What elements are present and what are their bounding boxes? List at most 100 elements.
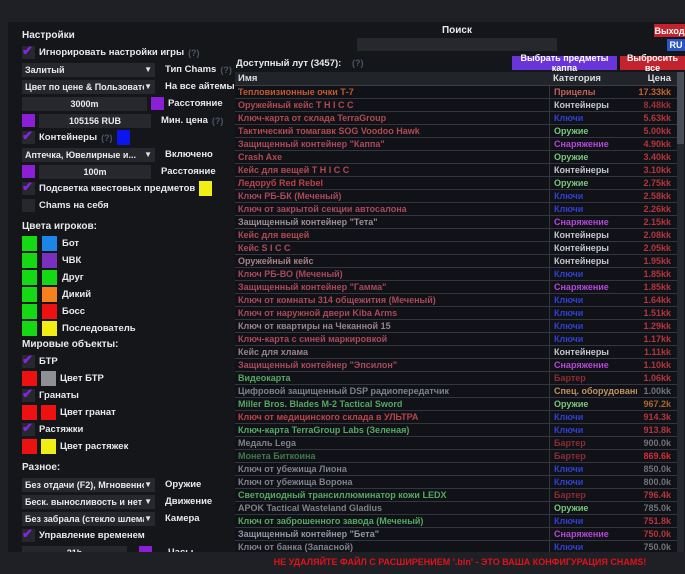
loot-row[interactable]: APOK Tactical Wasteland GladiusОружие785… bbox=[235, 502, 677, 515]
loot-row[interactable]: Ключ РБ-БК (Меченый)Ключи2.58kk bbox=[235, 190, 677, 203]
help-icon[interactable]: (?) bbox=[220, 65, 232, 75]
loot-row[interactable]: Оружейный кейс T H I C CКонтейнеры8.48kk bbox=[235, 99, 677, 112]
player-color-swatch-2[interactable] bbox=[42, 287, 57, 302]
time-control-checkbox[interactable] bbox=[22, 529, 35, 542]
loot-row[interactable]: Тактический томагавк SOG Voodoo HawkОруж… bbox=[235, 125, 677, 138]
loot-row[interactable]: Ключ-карта TerraGroup Labs (Зеленая)Ключ… bbox=[235, 424, 677, 437]
movement-dropdown[interactable]: Беск. выносливость и нет уста ▼ bbox=[22, 495, 155, 509]
help-icon[interactable]: (?) bbox=[352, 58, 364, 68]
loot-row[interactable]: Защищенный контейнер "Гамма"Снаряжение1.… bbox=[235, 281, 677, 294]
hours-color-swatch[interactable] bbox=[139, 546, 152, 552]
hours-input[interactable] bbox=[22, 546, 127, 553]
loot-row[interactable]: Оружейный кейсКонтейнеры1.95kk bbox=[235, 255, 677, 268]
quest-highlight-checkbox[interactable] bbox=[22, 182, 35, 195]
loot-item-price: 4.90kk bbox=[637, 139, 677, 149]
loot-row[interactable]: Ледоруб Red RebelОружие2.75kk bbox=[235, 177, 677, 190]
exit-button[interactable]: Выход bbox=[654, 24, 685, 37]
player-color-swatch-1[interactable] bbox=[22, 287, 37, 302]
chams-type-dropdown[interactable]: Залитый ▼ bbox=[22, 63, 155, 77]
loot-row[interactable]: Ключ-карта с синей маркировкойКлючи1.17k… bbox=[235, 333, 677, 346]
help-icon[interactable]: (?) bbox=[212, 116, 224, 126]
loot-row[interactable]: Ключ РБ-ВО (Меченый)Ключи1.85kk bbox=[235, 268, 677, 281]
player-color-swatch-1[interactable] bbox=[22, 253, 37, 268]
player-color-row: Босс bbox=[22, 303, 235, 320]
player-color-swatch-2[interactable] bbox=[42, 321, 57, 336]
tripwires-checkbox[interactable] bbox=[22, 423, 35, 436]
column-price[interactable]: Цена bbox=[637, 73, 677, 84]
loot-row[interactable]: Защищенный контейнер "Бета"Снаряжение750… bbox=[235, 528, 677, 541]
loot-row[interactable]: Тепловизионные очки Т-7Прицелы17.33kk bbox=[235, 86, 677, 99]
loot-row[interactable]: Ключ от банка (Запасной)Ключи750.0k bbox=[235, 541, 677, 552]
loot-row[interactable]: Кейс для вещей T H I C CКонтейнеры3.10kk bbox=[235, 164, 677, 177]
player-color-swatch-1[interactable] bbox=[22, 304, 37, 319]
select-kappa-button[interactable]: Выбрать предметы каппа bbox=[512, 56, 617, 70]
loot-row[interactable]: Ключ от заброшенного завода (Меченый)Клю… bbox=[235, 515, 677, 528]
player-color-swatch-2[interactable] bbox=[42, 236, 57, 251]
loot-row[interactable]: Ключ от наружной двери Kiba ArmsКлючи1.5… bbox=[235, 307, 677, 320]
btr-checkbox[interactable] bbox=[22, 355, 35, 368]
tripwire-color-swatch-2[interactable] bbox=[41, 439, 56, 454]
loot-row[interactable]: Ключ от медицинского склада в УЛЬТРАКлюч… bbox=[235, 411, 677, 424]
player-color-swatch-2[interactable] bbox=[42, 270, 57, 285]
min-price-color-swatch[interactable] bbox=[22, 114, 35, 127]
grenade-color-swatch-1[interactable] bbox=[22, 405, 37, 420]
weapon-dropdown[interactable]: Без отдачи (F2), Мгновенное п ▼ bbox=[22, 478, 155, 492]
column-category[interactable]: Категория bbox=[549, 73, 637, 84]
language-button[interactable]: RU bbox=[667, 39, 685, 51]
player-color-label: Последователь bbox=[62, 323, 136, 334]
search-input[interactable] bbox=[357, 38, 557, 51]
loot-row[interactable]: Ключ от комнаты 314 общежития (Меченый)К… bbox=[235, 294, 677, 307]
quest-highlight-color-swatch[interactable] bbox=[199, 181, 212, 196]
loot-row[interactable]: Кейс S I C CКонтейнеры2.05kk bbox=[235, 242, 677, 255]
loot-row[interactable]: Медаль LegaБартер900.0k bbox=[235, 437, 677, 450]
color-mode-dropdown[interactable]: Цвет по цене & Пользователь ▼ bbox=[22, 80, 155, 94]
chams-self-checkbox[interactable] bbox=[22, 199, 35, 212]
player-color-swatch-2[interactable] bbox=[42, 253, 57, 268]
player-color-swatch-2[interactable] bbox=[42, 304, 57, 319]
grenade-color-swatch-2[interactable] bbox=[41, 405, 56, 420]
tripwire-color-label: Цвет растяжек bbox=[60, 441, 128, 452]
loot-row[interactable]: Защищенный контейнер "Каппа"Снаряжение4.… bbox=[235, 138, 677, 151]
help-icon[interactable]: (?) bbox=[188, 48, 200, 58]
loot-row[interactable]: Кейс для вещейКонтейнеры2.08kk bbox=[235, 229, 677, 242]
player-color-swatch-1[interactable] bbox=[22, 236, 37, 251]
distance-input[interactable] bbox=[22, 97, 147, 111]
tripwire-color-swatch-1[interactable] bbox=[22, 439, 37, 454]
loot-row[interactable]: Ключ от убежища ВоронаКлючи800.0k bbox=[235, 476, 677, 489]
scrollbar[interactable] bbox=[677, 72, 684, 552]
loot-row[interactable]: Монета БиткоинаБартер869.6k bbox=[235, 450, 677, 463]
column-name[interactable]: Имя bbox=[235, 73, 549, 84]
loot-row[interactable]: Кейс для хламаКонтейнеры1.11kk bbox=[235, 346, 677, 359]
player-color-swatch-1[interactable] bbox=[22, 270, 37, 285]
loot-row[interactable]: Светодиодный трансиллюминатор кожи LEDXБ… bbox=[235, 489, 677, 502]
loot-row[interactable]: Ключ от квартиры на Чеканной 15Ключи1.29… bbox=[235, 320, 677, 333]
loot-row[interactable]: Crash AxeОружие3.40kk bbox=[235, 151, 677, 164]
loot-row[interactable]: Цифровой защищенный DSP радиопередатчикС… bbox=[235, 385, 677, 398]
camera-dropdown[interactable]: Без забрала (стекло шлема) ▼ bbox=[22, 512, 155, 526]
chevron-down-icon: ▼ bbox=[144, 514, 152, 523]
loot-row[interactable]: Защищенный контейнер "Эпсилон"Снаряжение… bbox=[235, 359, 677, 372]
help-icon[interactable]: (?) bbox=[101, 133, 113, 143]
loot-row[interactable]: Защищенный контейнер "Тета"Снаряжение2.1… bbox=[235, 216, 677, 229]
categories-dropdown[interactable]: Аптечка, Ювелирные и... ▼ bbox=[22, 148, 155, 162]
loot-row[interactable]: Ключ от убежища ЛионаКлючи850.0k bbox=[235, 463, 677, 476]
distance-color-swatch[interactable] bbox=[151, 97, 164, 110]
scrollbar-thumb[interactable] bbox=[677, 72, 684, 144]
containers-distance-color-swatch[interactable] bbox=[22, 165, 35, 178]
ignore-settings-checkbox[interactable] bbox=[22, 46, 35, 59]
loot-row[interactable]: ВидеокартаБартер1.06kk bbox=[235, 372, 677, 385]
player-color-swatch-1[interactable] bbox=[22, 321, 37, 336]
btr-color-swatch-2[interactable] bbox=[41, 371, 56, 386]
loot-row[interactable]: Ключ от закрытой секции автосалонаКлючи2… bbox=[235, 203, 677, 216]
containers-distance-input[interactable] bbox=[39, 165, 151, 179]
grenades-checkbox[interactable] bbox=[22, 389, 35, 402]
containers-color-swatch[interactable] bbox=[117, 130, 130, 145]
btr-color-swatch-1[interactable] bbox=[22, 371, 37, 386]
loot-row[interactable]: Ключ-карта от склада TerraGroupКлючи5.63… bbox=[235, 112, 677, 125]
containers-checkbox[interactable] bbox=[22, 131, 35, 144]
loot-row[interactable]: Miller Bros. Blades M-2 Tactical SwordОр… bbox=[235, 398, 677, 411]
chevron-down-icon: ▼ bbox=[144, 150, 152, 159]
loot-item-name: Кейс S I C C bbox=[235, 243, 549, 253]
drop-all-button[interactable]: Выбросить все bbox=[620, 56, 685, 70]
min-price-input[interactable] bbox=[39, 114, 151, 128]
